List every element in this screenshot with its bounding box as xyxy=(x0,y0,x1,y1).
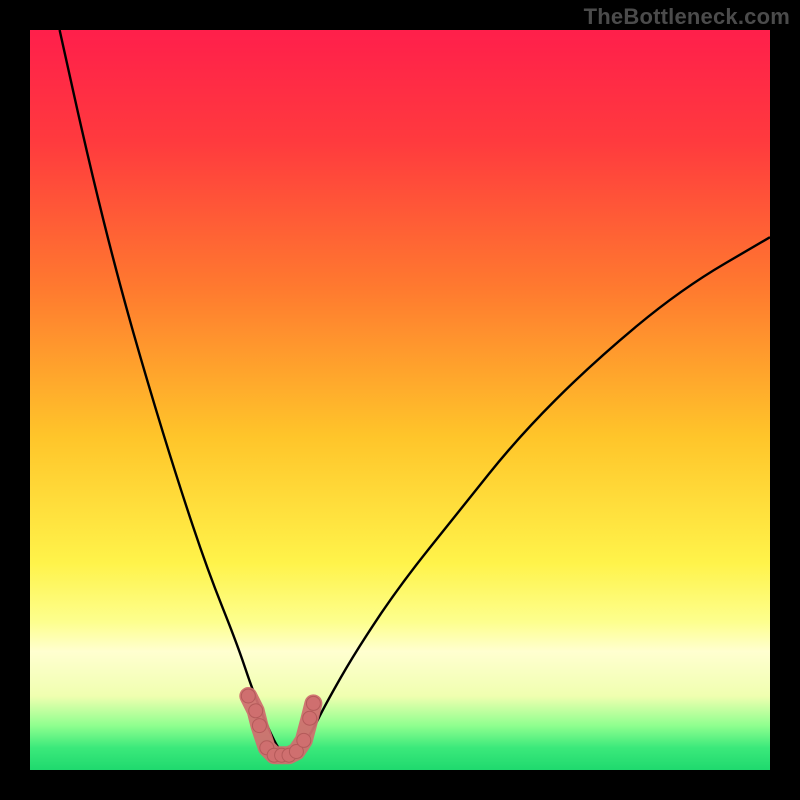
watermark-text: TheBottleneck.com xyxy=(584,4,790,30)
optimum-marker xyxy=(252,719,266,733)
plot-area xyxy=(30,30,770,770)
chart-frame: TheBottleneck.com xyxy=(0,0,800,800)
gradient-background xyxy=(30,30,770,770)
optimum-marker xyxy=(249,704,263,718)
optimum-marker xyxy=(303,711,317,725)
optimum-marker xyxy=(306,696,320,710)
optimum-marker xyxy=(241,689,255,703)
chart-svg xyxy=(30,30,770,770)
optimum-marker xyxy=(297,733,311,747)
